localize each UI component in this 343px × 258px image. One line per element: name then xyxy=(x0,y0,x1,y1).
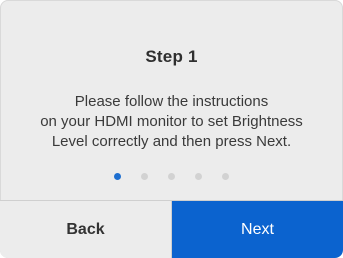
message-line: Please follow the instructions xyxy=(74,93,269,110)
setup-dialog: Step 1 Please follow the instructions on… xyxy=(0,0,343,258)
step-dot-2 xyxy=(141,173,148,180)
step-dot-4 xyxy=(195,173,202,180)
step-dot-3 xyxy=(168,173,175,180)
step-dot-5 xyxy=(222,173,229,180)
message-line: Level correctly and then press Next. xyxy=(51,133,292,150)
dialog-message: Please follow the instructions on your H… xyxy=(8,92,335,152)
step-dot-1 xyxy=(114,173,121,180)
dialog-footer: Back Next xyxy=(0,200,343,258)
dialog-title: Step 1 xyxy=(145,47,198,66)
message-line: on your HDMI monitor to set Brightness xyxy=(40,113,303,130)
next-button[interactable]: Next xyxy=(172,201,343,258)
back-button[interactable]: Back xyxy=(0,201,172,258)
step-indicator xyxy=(0,172,343,182)
